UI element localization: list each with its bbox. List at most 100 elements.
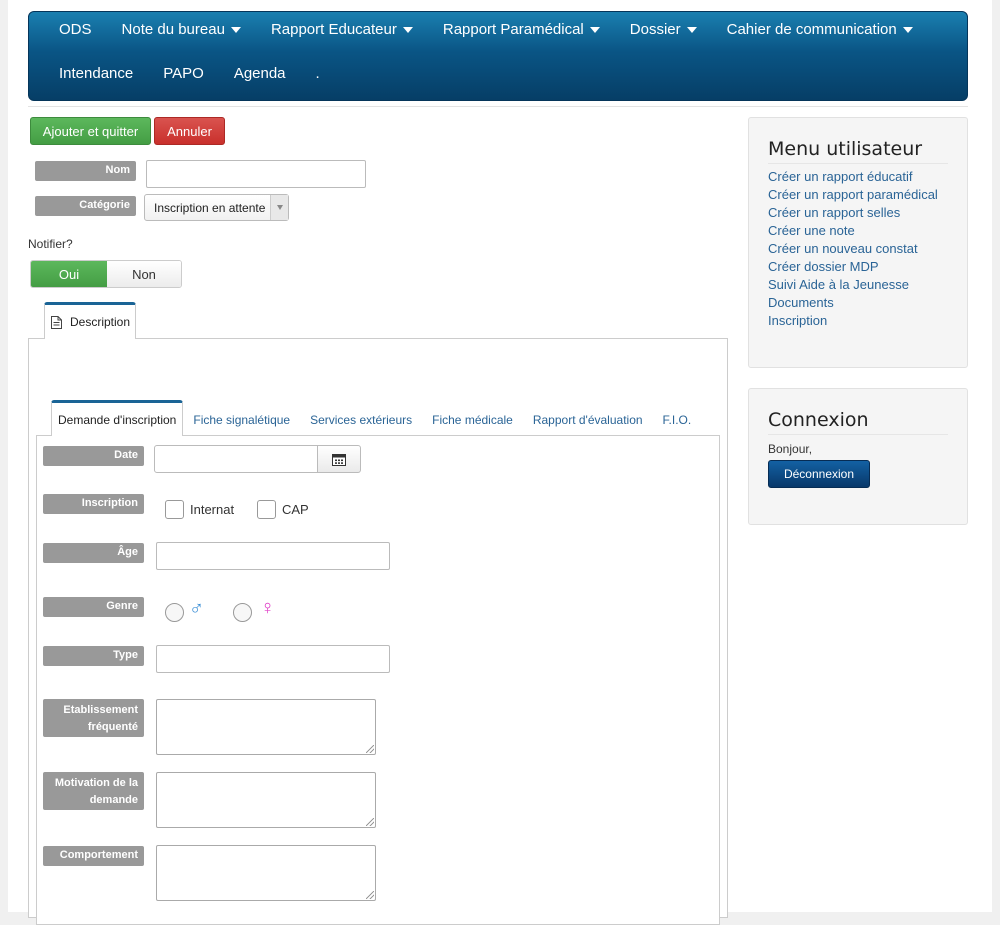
etablissement-label: Etablissement fréquenté xyxy=(43,699,144,737)
motivation-label-line1: Motivation de la xyxy=(54,777,138,789)
user-menu-title: Menu utilisateur xyxy=(768,138,923,160)
nom-label: Nom xyxy=(35,161,136,181)
categorie-label: Catégorie xyxy=(35,196,136,216)
chevron-down-icon xyxy=(902,27,913,33)
internat-label: Internat xyxy=(190,502,235,517)
nav-row-1: ODS Note du bureau Rapport Educateur Rap… xyxy=(29,12,928,46)
tab-services-exterieurs[interactable]: Services extérieurs xyxy=(300,403,422,436)
chevron-down-icon xyxy=(402,27,413,33)
nav-dot[interactable]: . xyxy=(301,65,335,82)
type-input[interactable] xyxy=(156,645,390,673)
motivation-label: Motivation de la demande xyxy=(43,772,144,810)
female-radio[interactable] xyxy=(233,603,252,622)
tab-description-label: Description xyxy=(70,315,131,329)
menu-link-inscription[interactable]: Inscription xyxy=(768,313,827,328)
resize-handle-icon[interactable] xyxy=(366,891,374,899)
nav-row-2: Intendance PAPO Agenda . xyxy=(29,56,335,90)
user-menu-box: Menu utilisateur Créer un rapport éducat… xyxy=(748,117,968,368)
nav-ods-label: ODS xyxy=(59,20,92,38)
cap-label: CAP xyxy=(282,502,309,517)
internat-checkbox[interactable] xyxy=(165,500,184,519)
divider xyxy=(768,163,948,164)
etablissement-textarea[interactable] xyxy=(156,699,376,755)
nav-rapport-paramedical[interactable]: Rapport Paramédical xyxy=(428,21,615,38)
nav-agenda[interactable]: Agenda xyxy=(219,65,301,82)
inner-tab-bar: Demande d'inscription Fiche signalétique… xyxy=(51,400,701,436)
type-label: Type xyxy=(43,646,144,666)
date-label: Date xyxy=(43,446,144,466)
notify-no-button[interactable]: Non xyxy=(107,261,181,287)
login-title: Connexion xyxy=(768,409,869,431)
nav-cahier-communication-label: Cahier de communication xyxy=(726,20,897,38)
motivation-textarea[interactable] xyxy=(156,772,376,828)
tab-demande-inscription[interactable]: Demande d'inscription xyxy=(51,400,184,436)
divider xyxy=(28,106,968,107)
etablissement-label-line2: fréquenté xyxy=(87,721,138,733)
chevron-down-icon xyxy=(686,27,697,33)
chevron-down-icon xyxy=(270,195,288,220)
tab-description[interactable]: Description xyxy=(44,302,136,339)
nav-ods[interactable]: ODS xyxy=(29,21,107,38)
document-icon xyxy=(51,315,62,329)
notify-yes-button[interactable]: Oui xyxy=(31,261,107,287)
resize-handle-icon[interactable] xyxy=(366,818,374,826)
menu-link-documents[interactable]: Documents xyxy=(768,295,834,310)
male-icon: ♂ xyxy=(189,598,204,620)
nav-rapport-educateur-label: Rapport Educateur xyxy=(270,20,397,38)
categorie-select[interactable]: Inscription en attente xyxy=(144,194,289,221)
age-input[interactable] xyxy=(156,542,390,570)
cancel-button[interactable]: Annuler xyxy=(154,117,225,145)
nav-rapport-paramedical-label: Rapport Paramédical xyxy=(442,20,584,38)
nav-dossier-label: Dossier xyxy=(629,20,681,38)
tab-fio[interactable]: F.I.O. xyxy=(653,403,702,436)
male-radio[interactable] xyxy=(165,603,184,622)
nav-cahier-communication[interactable]: Cahier de communication xyxy=(712,21,928,38)
categorie-selected-value: Inscription en attente xyxy=(154,200,266,215)
inscription-label: Inscription xyxy=(43,494,144,514)
menu-link-rapport-paramedical[interactable]: Créer un rapport paramédical xyxy=(768,187,938,202)
divider xyxy=(768,434,948,435)
menu-link-rapport-selles[interactable]: Créer un rapport selles xyxy=(768,205,900,220)
comportement-label: Comportement xyxy=(43,846,144,866)
main-navbar: ODS Note du bureau Rapport Educateur Rap… xyxy=(28,11,968,101)
menu-link-constat[interactable]: Créer un nouveau constat xyxy=(768,241,918,256)
tab-fiche-medicale[interactable]: Fiche médicale xyxy=(422,403,523,436)
cap-checkbox[interactable] xyxy=(257,500,276,519)
motivation-label-line2: demande xyxy=(89,794,138,806)
nav-agenda-label: Agenda xyxy=(233,64,286,82)
etablissement-label-line1: Etablissement xyxy=(63,704,138,716)
calendar-button[interactable] xyxy=(317,445,361,473)
menu-link-dossier-mdp[interactable]: Créer dossier MDP xyxy=(768,259,879,274)
comportement-textarea[interactable] xyxy=(156,845,376,901)
tab-fiche-signaletique[interactable]: Fiche signalétique xyxy=(183,403,300,436)
logout-button[interactable]: Déconnexion xyxy=(768,460,870,488)
notify-toggle: Oui Non xyxy=(30,260,182,288)
nav-note-du-bureau[interactable]: Note du bureau xyxy=(107,21,256,38)
menu-link-rapport-educatif[interactable]: Créer un rapport éducatif xyxy=(768,169,913,184)
age-label: Âge xyxy=(43,543,144,563)
date-input[interactable] xyxy=(154,445,318,473)
nav-papo-label: PAPO xyxy=(163,64,204,82)
calendar-icon xyxy=(332,453,346,466)
nav-papo[interactable]: PAPO xyxy=(148,65,219,82)
tab-rapport-evaluation[interactable]: Rapport d'évaluation xyxy=(523,403,653,436)
menu-link-aide-jeunesse[interactable]: Suivi Aide à la Jeunesse xyxy=(768,277,909,292)
nav-intendance-label: Intendance xyxy=(59,64,134,82)
nav-dot-label: . xyxy=(315,64,320,82)
notify-label: Notifier? xyxy=(28,237,73,251)
menu-link-note[interactable]: Créer une note xyxy=(768,223,855,238)
nav-note-du-bureau-label: Note du bureau xyxy=(121,20,225,38)
login-box: Connexion Bonjour, Déconnexion xyxy=(748,388,968,525)
chevron-down-icon xyxy=(589,27,600,33)
female-icon: ♀ xyxy=(260,597,275,619)
chevron-down-icon xyxy=(230,27,241,33)
resize-handle-icon[interactable] xyxy=(366,745,374,753)
nav-rapport-educateur[interactable]: Rapport Educateur xyxy=(256,21,428,38)
genre-label: Genre xyxy=(43,597,144,617)
page: ODS Note du bureau Rapport Educateur Rap… xyxy=(8,0,992,925)
nom-input[interactable] xyxy=(146,160,366,188)
add-and-quit-button[interactable]: Ajouter et quitter xyxy=(30,117,151,145)
nav-dossier[interactable]: Dossier xyxy=(615,21,712,38)
nav-intendance[interactable]: Intendance xyxy=(29,65,148,82)
greeting-text: Bonjour, xyxy=(768,442,813,456)
